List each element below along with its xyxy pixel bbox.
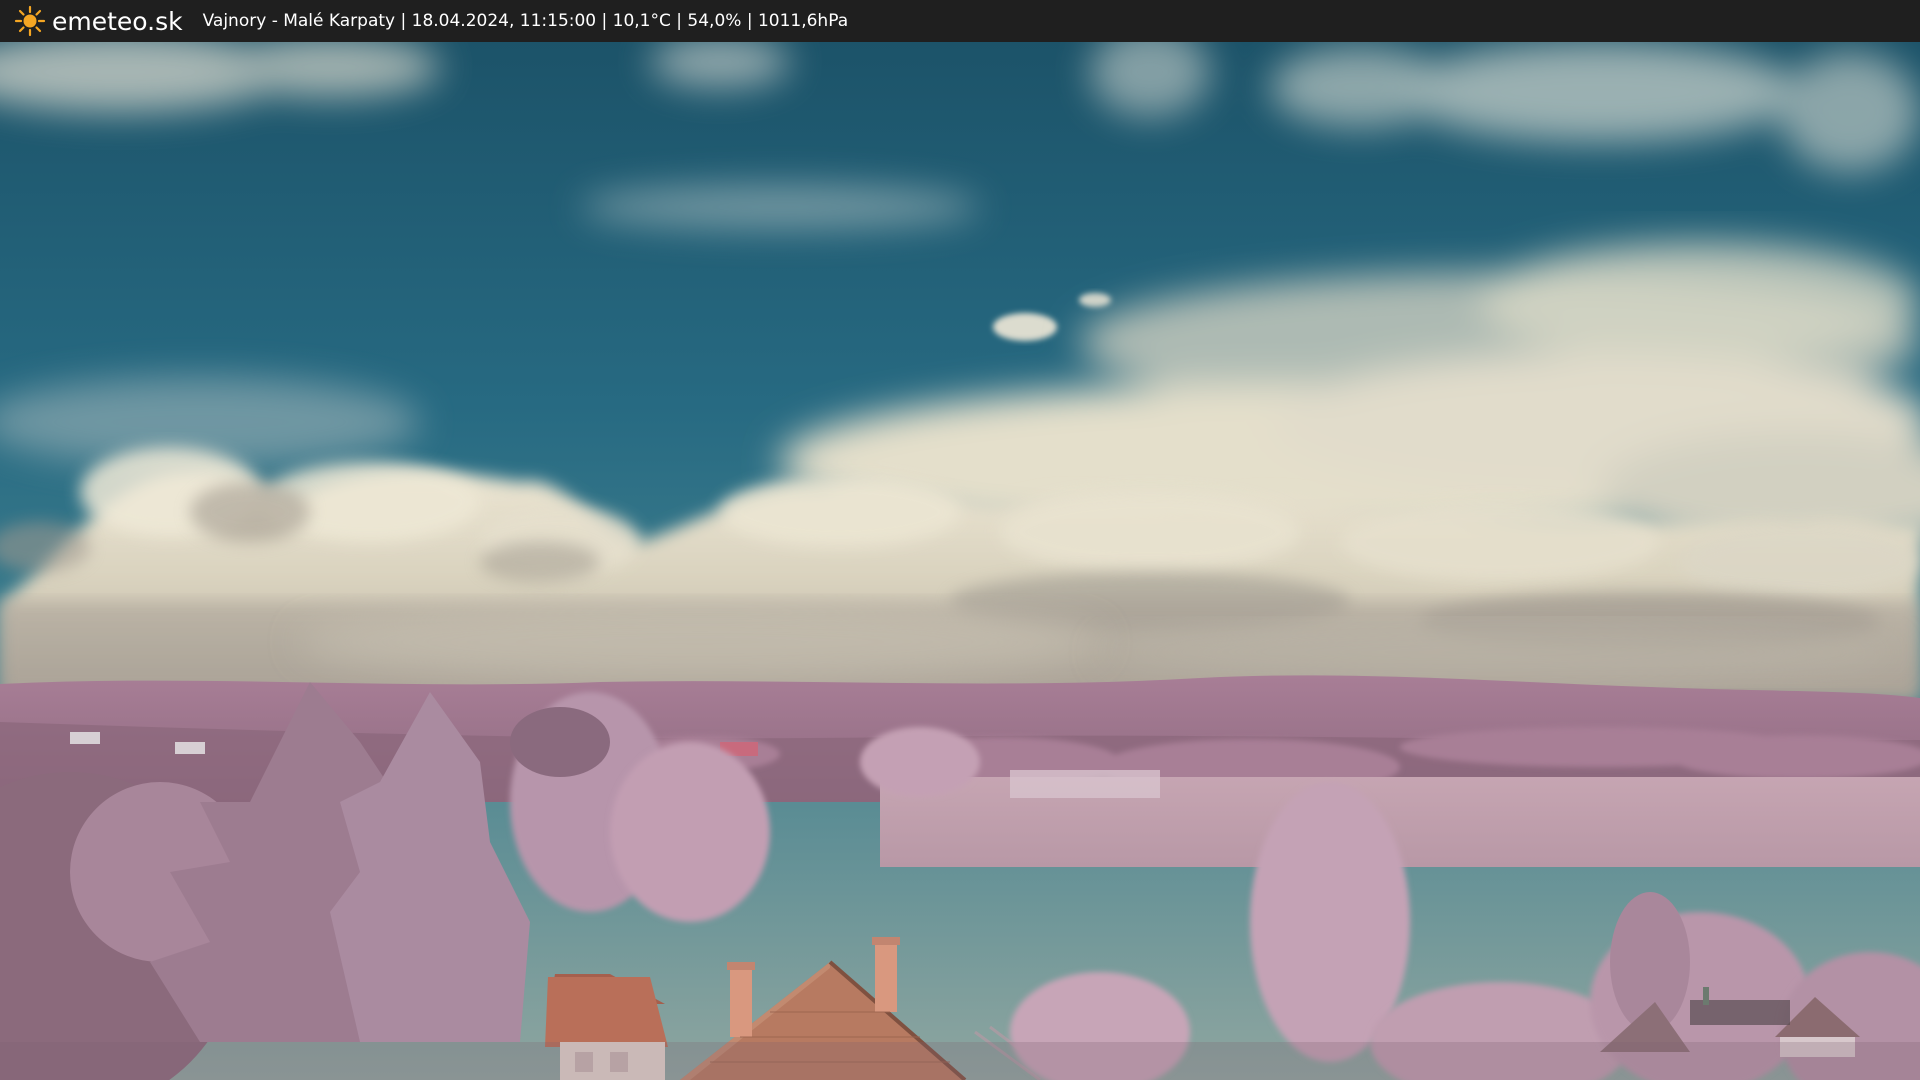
sun-icon	[14, 5, 46, 37]
webcam-image	[0, 42, 1920, 1080]
station-caption: Vajnory - Malé Karpaty | 18.04.2024, 11:…	[202, 11, 849, 31]
chimney	[875, 942, 897, 1012]
top-bar: emeteo.sk Vajnory - Malé Karpaty | 18.04…	[0, 0, 1920, 42]
chimney	[730, 967, 752, 1037]
distant-building	[1010, 770, 1160, 798]
webcam-page: emeteo.sk Vajnory - Malé Karpaty | 18.04…	[0, 0, 1920, 1080]
brand-logo[interactable]: emeteo.sk	[14, 5, 183, 37]
brand-name: emeteo.sk	[52, 6, 183, 36]
webcam-scene	[0, 42, 1920, 1080]
